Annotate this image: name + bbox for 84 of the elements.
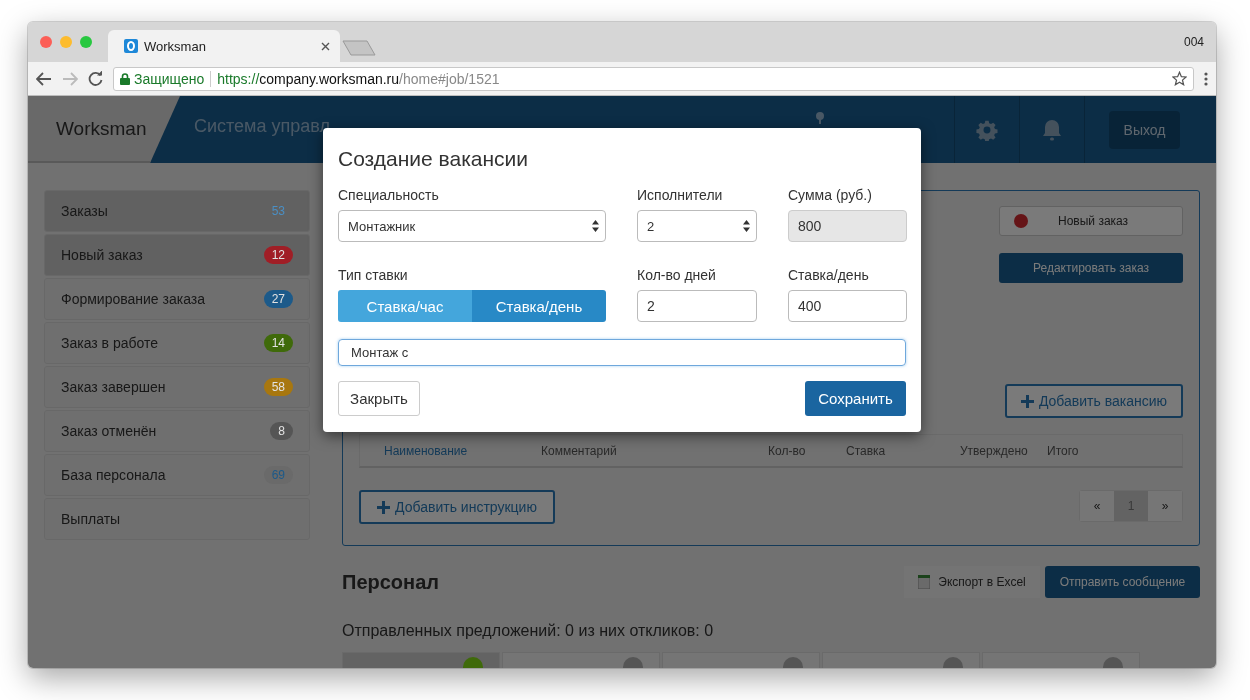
browser-tab[interactable]: Worksman — [108, 30, 340, 62]
minimize-window-icon[interactable] — [60, 36, 72, 48]
pin-icon — [816, 112, 824, 124]
count-text: 27 — [271, 292, 285, 306]
column-header: Кол-во — [768, 443, 807, 458]
back-icon[interactable] — [36, 71, 52, 86]
status-dot — [1014, 214, 1028, 228]
sidebar-label: Выплаты — [61, 511, 121, 527]
summary-text: Отправленных предложений: 0 из них откликов: 0 — [342, 622, 715, 640]
column-header[interactable]: Наименование — [384, 443, 541, 458]
field-label: Исполнители — [637, 186, 724, 204]
security-label: Защищено — [134, 70, 212, 87]
favicon-icon — [124, 39, 138, 53]
days-field[interactable]: 2 — [637, 290, 757, 322]
address-bar[interactable]: Защищено https://company.worksman.ru/home#job/1521 — [113, 66, 1194, 91]
settings-icon[interactable] — [976, 118, 998, 141]
count-text: 53 — [271, 204, 285, 218]
column-header: Комментарий — [541, 443, 618, 458]
save-button[interactable]: Сохранить — [805, 381, 906, 416]
next-page-button[interactable]: » — [1148, 491, 1182, 521]
tab-title: Worksman — [144, 38, 207, 54]
maximize-window-icon[interactable] — [80, 36, 92, 48]
app-title: Система управл — [194, 116, 330, 137]
sidebar-item[interactable]: Заказы 53 — [44, 190, 310, 232]
sidebar-label: Формирование заказа — [61, 291, 205, 307]
sidebar-label: Заказы — [61, 203, 108, 219]
count-text: 69 — [271, 468, 285, 482]
add-vacancy-button[interactable]: Добавить вакансию — [1005, 384, 1183, 418]
sidebar-item[interactable]: Новый заказ 12 — [44, 234, 310, 276]
star-icon[interactable] — [1172, 71, 1187, 86]
sidebar-label: Заказ отменён — [61, 423, 157, 439]
menu-icon[interactable] — [1204, 71, 1208, 86]
column-header: Ставка — [846, 443, 887, 458]
rate-type-toggle[interactable]: Ставка/час — [338, 290, 472, 322]
send-message-button[interactable]: Отправить сообщение — [1045, 566, 1200, 598]
sidebar-label: Новый заказ — [61, 247, 143, 263]
rate-type-toggle[interactable]: Ставка/день — [472, 290, 606, 322]
logo: Worksman — [28, 96, 180, 163]
sidebar-label: Заказ в работе — [61, 335, 159, 351]
close-button[interactable]: Закрыть — [338, 381, 420, 416]
daily-rate-field[interactable]: 400 — [788, 290, 907, 322]
field-label: Кол-во дней — [637, 266, 717, 284]
count-text: 12 — [271, 248, 285, 262]
plus-icon — [1020, 394, 1034, 408]
prev-page-button[interactable]: « — [1080, 491, 1114, 521]
field-label: Ставка/день — [788, 266, 870, 284]
spreadsheet-icon — [918, 575, 931, 589]
field-label: Тип ставки — [338, 266, 409, 284]
field-label: Сумма (руб.) — [788, 186, 873, 204]
reload-icon[interactable] — [88, 71, 103, 86]
sidebar-label: Заказ завершен — [61, 379, 166, 395]
count-text: 58 — [271, 380, 285, 394]
new-order-button[interactable]: Новый заказ — [999, 206, 1183, 236]
updown-arrows-icon — [592, 220, 599, 232]
sidebar-item[interactable]: Формирование заказа 27 — [44, 278, 310, 320]
section-title: Персонал — [342, 570, 439, 594]
column-header: Утверждено — [960, 443, 1029, 458]
sidebar-label: База персонала — [61, 467, 166, 483]
sidebar-item[interactable]: Заказ отменён 8 — [44, 410, 310, 452]
logout-button[interactable]: Выход — [1109, 110, 1180, 149]
edit-order-button[interactable]: Редактировать заказ — [999, 253, 1183, 283]
sidebar-item[interactable]: База персонала 69 — [44, 454, 310, 496]
sidebar-item[interactable]: Заказ завершен 58 — [44, 366, 310, 408]
add-instruction-button[interactable]: Добавить инструкцию — [359, 490, 555, 524]
field-label: Специальность — [338, 186, 440, 204]
url-text: https://company.worksman.ru/home#job/1521 — [217, 70, 500, 87]
close-window-icon[interactable] — [40, 36, 52, 48]
plus-icon — [377, 500, 391, 514]
specialty-select[interactable]: Монтажник — [338, 210, 606, 242]
count-text: 8 — [278, 424, 285, 438]
new-tab-icon[interactable] — [342, 40, 376, 56]
sidebar-item[interactable]: Заказ в работе 14 — [44, 322, 310, 364]
comment-field[interactable]: Монтаж с — [338, 339, 906, 366]
profile-label: 004 — [1183, 35, 1204, 49]
count-text: 14 — [271, 336, 285, 350]
updown-arrows-icon — [743, 220, 750, 232]
close-icon[interactable] — [321, 41, 330, 51]
lock-icon — [120, 72, 130, 85]
bell-icon[interactable] — [1042, 118, 1062, 141]
modal-title: Создание вакансии — [338, 146, 530, 172]
sidebar-item[interactable]: Выплаты — [44, 498, 310, 540]
forward-icon[interactable] — [62, 71, 78, 86]
performers-select[interactable]: 2 — [637, 210, 757, 242]
column-header: Итого — [1047, 443, 1080, 458]
